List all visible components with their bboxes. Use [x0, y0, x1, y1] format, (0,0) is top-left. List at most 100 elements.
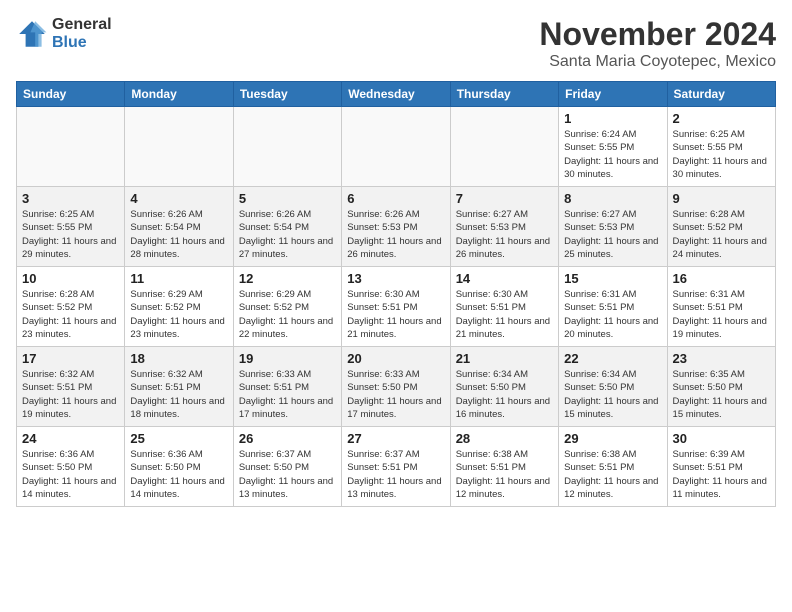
day-info: Sunrise: 6:39 AM Sunset: 5:51 PM Dayligh…	[673, 448, 770, 501]
day-info: Sunrise: 6:29 AM Sunset: 5:52 PM Dayligh…	[130, 288, 227, 341]
day-info: Sunrise: 6:24 AM Sunset: 5:55 PM Dayligh…	[564, 128, 661, 181]
calendar-cell: 24 Sunrise: 6:36 AM Sunset: 5:50 PM Dayli…	[17, 427, 125, 507]
day-number: 2	[673, 111, 770, 126]
calendar-cell: 4 Sunrise: 6:26 AM Sunset: 5:54 PM Daylig…	[125, 187, 233, 267]
calendar-cell	[125, 107, 233, 187]
day-info: Sunrise: 6:25 AM Sunset: 5:55 PM Dayligh…	[22, 208, 119, 261]
day-info: Sunrise: 6:32 AM Sunset: 5:51 PM Dayligh…	[130, 368, 227, 421]
day-number: 4	[130, 191, 227, 206]
day-number: 29	[564, 431, 661, 446]
day-number: 28	[456, 431, 553, 446]
calendar-cell: 15 Sunrise: 6:31 AM Sunset: 5:51 PM Dayli…	[559, 267, 667, 347]
calendar: SundayMondayTuesdayWednesdayThursdayFrid…	[16, 81, 776, 507]
day-info: Sunrise: 6:35 AM Sunset: 5:50 PM Dayligh…	[673, 368, 770, 421]
calendar-cell: 23Sunrise: 6:35 AM Sunset: 5:50 PM Dayli…	[667, 347, 775, 427]
day-number: 15	[564, 271, 661, 286]
weekday-header-thursday: Thursday	[450, 82, 558, 107]
calendar-cell: 16 Sunrise: 6:31 AM Sunset: 5:51 PM Dayli…	[667, 267, 775, 347]
calendar-cell	[450, 107, 558, 187]
day-number: 8	[564, 191, 661, 206]
calendar-cell: 27 Sunrise: 6:37 AM Sunset: 5:51 PM Dayli…	[342, 427, 450, 507]
day-info: Sunrise: 6:37 AM Sunset: 5:50 PM Dayligh…	[239, 448, 336, 501]
day-number: 21	[456, 351, 553, 366]
calendar-header: SundayMondayTuesdayWednesdayThursdayFrid…	[17, 82, 776, 107]
calendar-cell: 18 Sunrise: 6:32 AM Sunset: 5:51 PM Dayli…	[125, 347, 233, 427]
calendar-cell	[17, 107, 125, 187]
calendar-cell: 12Sunrise: 6:29 AM Sunset: 5:52 PM Dayli…	[233, 267, 341, 347]
logo: General Blue	[16, 16, 112, 51]
weekday-header-row: SundayMondayTuesdayWednesdayThursdayFrid…	[17, 82, 776, 107]
day-number: 22	[564, 351, 661, 366]
day-number: 5	[239, 191, 336, 206]
day-number: 24	[22, 431, 119, 446]
calendar-cell: 14 Sunrise: 6:30 AM Sunset: 5:51 PM Dayli…	[450, 267, 558, 347]
day-number: 19	[239, 351, 336, 366]
calendar-week-row: 17 Sunrise: 6:32 AM Sunset: 5:51 PM Dayli…	[17, 347, 776, 427]
day-info: Sunrise: 6:27 AM Sunset: 5:53 PM Dayligh…	[456, 208, 553, 261]
calendar-week-row: 10Sunrise: 6:28 AM Sunset: 5:52 PM Dayli…	[17, 267, 776, 347]
day-number: 3	[22, 191, 119, 206]
weekday-header-saturday: Saturday	[667, 82, 775, 107]
day-number: 1	[564, 111, 661, 126]
calendar-cell: 29 Sunrise: 6:38 AM Sunset: 5:51 PM Dayli…	[559, 427, 667, 507]
calendar-cell	[233, 107, 341, 187]
calendar-week-row: 3 Sunrise: 6:25 AM Sunset: 5:55 PM Daylig…	[17, 187, 776, 267]
day-info: Sunrise: 6:31 AM Sunset: 5:51 PM Dayligh…	[564, 288, 661, 341]
weekday-header-wednesday: Wednesday	[342, 82, 450, 107]
logo-icon	[16, 18, 48, 50]
day-info: Sunrise: 6:26 AM Sunset: 5:54 PM Dayligh…	[130, 208, 227, 261]
calendar-cell: 5 Sunrise: 6:26 AM Sunset: 5:54 PM Daylig…	[233, 187, 341, 267]
calendar-cell: 10Sunrise: 6:28 AM Sunset: 5:52 PM Dayli…	[17, 267, 125, 347]
calendar-cell: 13Sunrise: 6:30 AM Sunset: 5:51 PM Dayli…	[342, 267, 450, 347]
day-info: Sunrise: 6:33 AM Sunset: 5:50 PM Dayligh…	[347, 368, 444, 421]
day-info: Sunrise: 6:36 AM Sunset: 5:50 PM Dayligh…	[22, 448, 119, 501]
calendar-cell: 28 Sunrise: 6:38 AM Sunset: 5:51 PM Dayli…	[450, 427, 558, 507]
day-number: 6	[347, 191, 444, 206]
calendar-cell: 30 Sunrise: 6:39 AM Sunset: 5:51 PM Dayli…	[667, 427, 775, 507]
calendar-cell: 20 Sunrise: 6:33 AM Sunset: 5:50 PM Dayli…	[342, 347, 450, 427]
day-number: 9	[673, 191, 770, 206]
day-info: Sunrise: 6:26 AM Sunset: 5:54 PM Dayligh…	[239, 208, 336, 261]
weekday-header-monday: Monday	[125, 82, 233, 107]
day-info: Sunrise: 6:30 AM Sunset: 5:51 PM Dayligh…	[456, 288, 553, 341]
calendar-cell: 26 Sunrise: 6:37 AM Sunset: 5:50 PM Dayli…	[233, 427, 341, 507]
calendar-cell	[342, 107, 450, 187]
location-title: Santa Maria Coyotepec, Mexico	[539, 53, 776, 71]
logo-text: General Blue	[52, 16, 112, 51]
day-number: 14	[456, 271, 553, 286]
day-number: 26	[239, 431, 336, 446]
day-number: 27	[347, 431, 444, 446]
day-number: 18	[130, 351, 227, 366]
page: General Blue November 2024 Santa Maria C…	[0, 0, 792, 523]
day-number: 17	[22, 351, 119, 366]
day-info: Sunrise: 6:32 AM Sunset: 5:51 PM Dayligh…	[22, 368, 119, 421]
day-info: Sunrise: 6:25 AM Sunset: 5:55 PM Dayligh…	[673, 128, 770, 181]
day-info: Sunrise: 6:29 AM Sunset: 5:52 PM Dayligh…	[239, 288, 336, 341]
day-info: Sunrise: 6:31 AM Sunset: 5:51 PM Dayligh…	[673, 288, 770, 341]
calendar-cell: 8Sunrise: 6:27 AM Sunset: 5:53 PM Daylig…	[559, 187, 667, 267]
day-number: 7	[456, 191, 553, 206]
day-info: Sunrise: 6:37 AM Sunset: 5:51 PM Dayligh…	[347, 448, 444, 501]
month-title: November 2024	[539, 16, 776, 53]
day-info: Sunrise: 6:34 AM Sunset: 5:50 PM Dayligh…	[456, 368, 553, 421]
day-number: 10	[22, 271, 119, 286]
header: General Blue November 2024 Santa Maria C…	[16, 16, 776, 71]
day-number: 20	[347, 351, 444, 366]
day-number: 25	[130, 431, 227, 446]
title-block: November 2024 Santa Maria Coyotepec, Mex…	[539, 16, 776, 71]
weekday-header-friday: Friday	[559, 82, 667, 107]
calendar-week-row: 24 Sunrise: 6:36 AM Sunset: 5:50 PM Dayli…	[17, 427, 776, 507]
day-number: 13	[347, 271, 444, 286]
day-number: 30	[673, 431, 770, 446]
day-info: Sunrise: 6:38 AM Sunset: 5:51 PM Dayligh…	[456, 448, 553, 501]
calendar-cell: 3 Sunrise: 6:25 AM Sunset: 5:55 PM Daylig…	[17, 187, 125, 267]
calendar-cell: 9Sunrise: 6:28 AM Sunset: 5:52 PM Daylig…	[667, 187, 775, 267]
calendar-cell: 21 Sunrise: 6:34 AM Sunset: 5:50 PM Dayli…	[450, 347, 558, 427]
calendar-cell: 6Sunrise: 6:26 AM Sunset: 5:53 PM Daylig…	[342, 187, 450, 267]
day-info: Sunrise: 6:34 AM Sunset: 5:50 PM Dayligh…	[564, 368, 661, 421]
day-number: 11	[130, 271, 227, 286]
day-number: 16	[673, 271, 770, 286]
calendar-cell: 17 Sunrise: 6:32 AM Sunset: 5:51 PM Dayli…	[17, 347, 125, 427]
day-info: Sunrise: 6:38 AM Sunset: 5:51 PM Dayligh…	[564, 448, 661, 501]
calendar-cell: 22 Sunrise: 6:34 AM Sunset: 5:50 PM Dayli…	[559, 347, 667, 427]
